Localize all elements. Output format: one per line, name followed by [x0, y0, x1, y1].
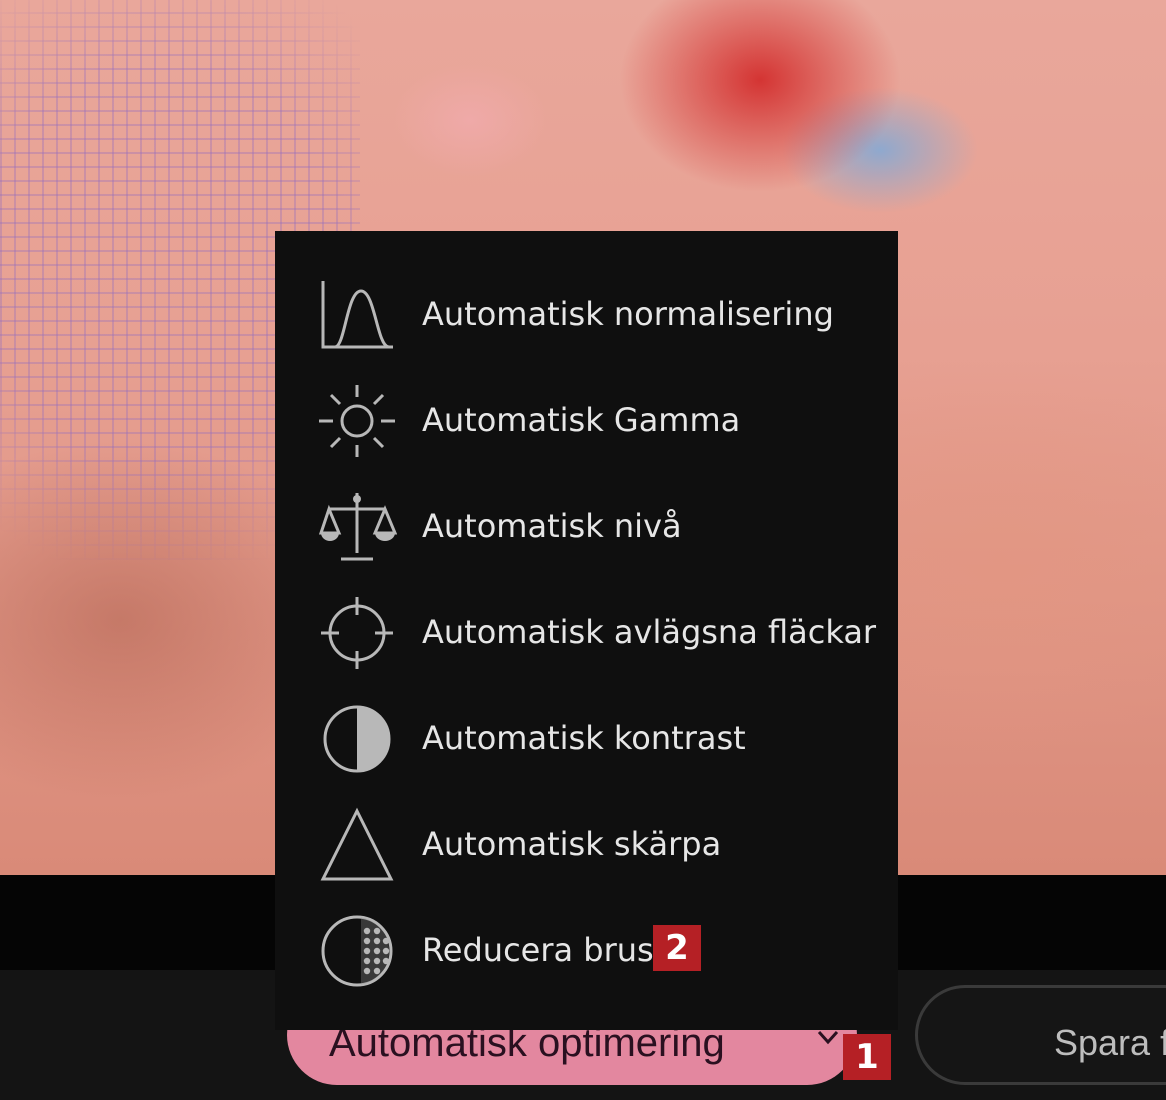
histogram-curve-icon: [317, 277, 397, 353]
menu-item-reduce-noise[interactable]: Reducera brus: [275, 897, 898, 1003]
save-button[interactable]: Spara fi: [915, 985, 1166, 1085]
menu-item-label: Automatisk normalisering: [422, 295, 834, 333]
menu-item-label: Automatisk Gamma: [422, 401, 741, 439]
menu-item-auto-sharpness[interactable]: Automatisk skärpa: [275, 791, 898, 897]
contrast-icon: [317, 701, 397, 777]
menu-item-auto-gamma[interactable]: Automatisk Gamma: [275, 367, 898, 473]
menu-item-label: Automatisk avlägsna fläckar: [422, 613, 877, 651]
chevron-down-icon[interactable]: [817, 1029, 839, 1048]
sun-icon: [317, 383, 397, 459]
menu-item-auto-normalize[interactable]: Automatisk normalisering: [275, 261, 898, 367]
menu-item-auto-contrast[interactable]: Automatisk kontrast: [275, 685, 898, 791]
menu-item-label: Reducera brus: [422, 931, 654, 969]
crosshair-icon: [317, 595, 397, 671]
menu-item-label: Automatisk kontrast: [422, 719, 746, 757]
triangle-icon: [317, 807, 397, 883]
menu-item-label: Automatisk nivå: [422, 507, 682, 545]
noise-icon: [317, 913, 397, 989]
save-button-label: Spara fi: [1054, 1022, 1166, 1063]
callout-badge-1: 1: [843, 1034, 891, 1080]
menu-item-auto-level[interactable]: Automatisk nivå: [275, 473, 898, 579]
callout-badge-2: 2: [653, 925, 701, 971]
auto-optimize-menu: Automatisk normalisering Automatisk Gamm…: [275, 231, 898, 1030]
menu-item-auto-remove-spots[interactable]: Automatisk avlägsna fläckar: [275, 579, 898, 685]
scales-icon: [317, 489, 397, 565]
menu-item-label: Automatisk skärpa: [422, 825, 722, 863]
